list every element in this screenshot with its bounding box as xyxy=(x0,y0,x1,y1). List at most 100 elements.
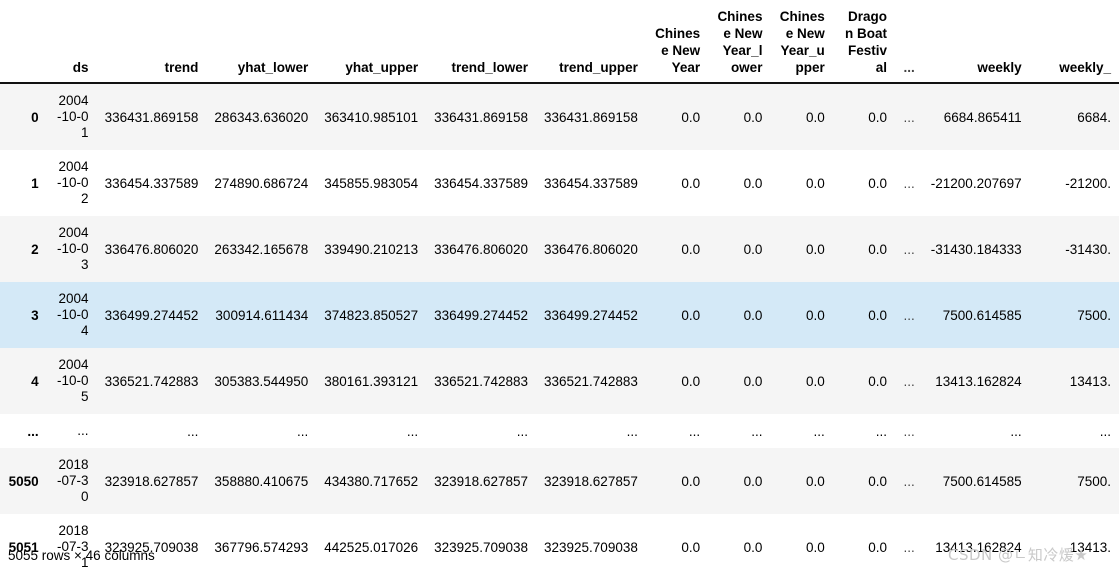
cell-dbf: 0.0 xyxy=(868,175,888,191)
cell-cny_lower: 0.0 xyxy=(743,241,763,257)
column-header-trend-upper[interactable]: trend_upper xyxy=(536,8,646,83)
cell-trend_upper: 336454.337589 xyxy=(544,175,638,191)
cell-dots: ... xyxy=(903,539,915,555)
csdn-watermark: CSDN @ㄴ知冷煖★ xyxy=(948,546,1089,564)
cell-cny: 0.0 xyxy=(681,241,701,257)
cell-dots: ... xyxy=(903,473,915,489)
table-row[interactable]: 3 2004-10-04 336499.274452 300914.611434 374… xyxy=(0,282,1119,348)
cell-ds: ... xyxy=(77,423,89,438)
cell-weekly2: ... xyxy=(1099,423,1111,439)
cell-cny_upper: ... xyxy=(813,423,825,439)
cell-dbf: 0.0 xyxy=(868,473,888,489)
cell-dots: ... xyxy=(903,423,915,439)
cell-cny_upper: 0.0 xyxy=(805,307,825,323)
table-row[interactable]: ........................................… xyxy=(0,414,1119,448)
cell-yhat_upper: 339490.210213 xyxy=(324,241,419,257)
column-header-index[interactable] xyxy=(0,8,47,83)
cell-weekly: 13413.162824 xyxy=(935,373,1022,389)
cell-dots: ... xyxy=(903,241,915,257)
cell-trend_lower: 323918.627857 xyxy=(434,473,528,489)
column-header-weekly-truncated[interactable]: weekly_ xyxy=(1030,8,1119,83)
table-header: ds trend yhat_lower yhat_upper trend_low… xyxy=(0,8,1119,83)
cell-dbf: 0.0 xyxy=(868,307,888,323)
column-header-trend-lower[interactable]: trend_lower xyxy=(426,8,536,83)
cell-cny: 0.0 xyxy=(681,175,701,191)
cell-cny: 0.0 xyxy=(681,307,701,323)
cell-cny_lower: 0.0 xyxy=(743,307,763,323)
cell-yhat_upper: 345855.983054 xyxy=(324,175,419,191)
row-index-cell: 3 xyxy=(31,307,39,323)
cell-trend: 336521.742883 xyxy=(104,373,199,389)
cell-dots: ... xyxy=(903,307,915,323)
row-index-cell: 5050 xyxy=(8,473,39,489)
cell-trend_lower: 323925.709038 xyxy=(434,539,528,555)
cell-weekly2: 6684. xyxy=(1077,109,1111,125)
cell-trend: ... xyxy=(187,423,199,439)
cell-weekly2: 13413. xyxy=(1069,373,1111,389)
cell-dbf: ... xyxy=(875,423,888,439)
cell-trend_lower: 336499.274452 xyxy=(434,307,528,323)
cell-trend: 336454.337589 xyxy=(104,175,199,191)
cell-dbf: 0.0 xyxy=(868,241,888,257)
cell-weekly: ... xyxy=(1010,423,1022,439)
column-header-ds[interactable]: ds xyxy=(47,8,97,83)
cell-trend_upper: 323918.627857 xyxy=(544,473,638,489)
cell-dbf: 0.0 xyxy=(868,109,888,125)
cell-dbf: 0.0 xyxy=(868,373,888,389)
cell-ds: 2004-10-03 xyxy=(57,225,89,272)
cell-cny: 0.0 xyxy=(681,373,701,389)
column-header-yhat-upper[interactable]: yhat_upper xyxy=(316,8,426,83)
cell-weekly2: 7500. xyxy=(1077,473,1111,489)
cell-trend_lower: 336521.742883 xyxy=(434,373,528,389)
cell-weekly: 7500.614585 xyxy=(942,307,1022,323)
column-header-ellipsis: ... xyxy=(903,60,915,75)
cell-dots: ... xyxy=(903,175,915,191)
table-row[interactable]: 5050 2018-07-30 323918.627857 358880.410675… xyxy=(0,448,1119,514)
column-header-yhat-lower[interactable]: yhat_lower xyxy=(206,8,316,83)
column-header-chinese-new-year-lower[interactable]: Chinese New Year_lower xyxy=(708,8,770,83)
cell-ds: 2004-10-04 xyxy=(57,291,89,338)
cell-ds: 2004-10-05 xyxy=(57,357,89,404)
cell-trend_lower: 336454.337589 xyxy=(434,175,528,191)
cell-trend_lower: 336476.806020 xyxy=(434,241,528,257)
row-index-cell: 1 xyxy=(31,175,39,191)
cell-weekly2: -31430. xyxy=(1065,241,1111,257)
cell-cny_lower: 0.0 xyxy=(743,175,763,191)
column-header-trend[interactable]: trend xyxy=(97,8,207,83)
dataframe-table: ds trend yhat_lower yhat_upper trend_low… xyxy=(0,8,1119,570)
cell-cny_lower: ... xyxy=(751,423,763,439)
cell-trend_upper: 323925.709038 xyxy=(544,539,638,555)
cell-trend: 336431.869158 xyxy=(104,109,199,125)
column-header-chinese-new-year[interactable]: Chinese New Year xyxy=(646,8,708,83)
cell-trend_upper: 336476.806020 xyxy=(544,241,638,257)
cell-ds: 2004-10-01 xyxy=(57,93,89,140)
column-header-weekly[interactable]: weekly xyxy=(923,8,1030,83)
cell-yhat_lower: 286343.636020 xyxy=(214,109,309,125)
table-row[interactable]: 0 2004-10-01 336431.869158 286343.636020 363… xyxy=(0,83,1119,150)
cell-trend: 323918.627857 xyxy=(104,473,199,489)
cell-yhat_upper: ... xyxy=(406,423,419,439)
cell-yhat_upper: 434380.717652 xyxy=(324,473,419,489)
table-row[interactable]: 2 2004-10-03 336476.806020 263342.165678 339… xyxy=(0,216,1119,282)
cell-cny_upper: 0.0 xyxy=(805,241,825,257)
dataframe-shape-caption: 5055 rows × 46 columns xyxy=(8,548,155,563)
cell-cny: 0.0 xyxy=(681,109,701,125)
cell-weekly2: -21200. xyxy=(1065,175,1111,191)
cell-trend_upper: 336499.274452 xyxy=(544,307,638,323)
column-header-chinese-new-year-upper[interactable]: Chinese New Year_upper xyxy=(770,8,832,83)
column-header-dragon-boat-festival[interactable]: Dragon Boat Festival xyxy=(833,8,895,83)
cell-yhat_lower: 274890.686724 xyxy=(214,175,309,191)
cell-cny_lower: 0.0 xyxy=(743,373,763,389)
cell-weekly: -31430.184333 xyxy=(930,241,1022,257)
cell-cny_upper: 0.0 xyxy=(805,109,825,125)
table-row[interactable]: 1 2004-10-02 336454.337589 274890.686724 345… xyxy=(0,150,1119,216)
cell-cny_lower: 0.0 xyxy=(743,539,763,555)
cell-yhat_upper: 442525.017026 xyxy=(324,539,419,555)
cell-trend_upper: ... xyxy=(626,423,638,439)
table-row[interactable]: 4 2004-10-05 336521.742883 305383.544950 380… xyxy=(0,348,1119,414)
cell-cny: 0.0 xyxy=(681,539,701,555)
cell-dbf: 0.0 xyxy=(868,539,888,555)
cell-cny_lower: 0.0 xyxy=(743,473,763,489)
cell-cny: 0.0 xyxy=(681,473,701,489)
cell-ds: 2004-10-02 xyxy=(57,159,89,206)
